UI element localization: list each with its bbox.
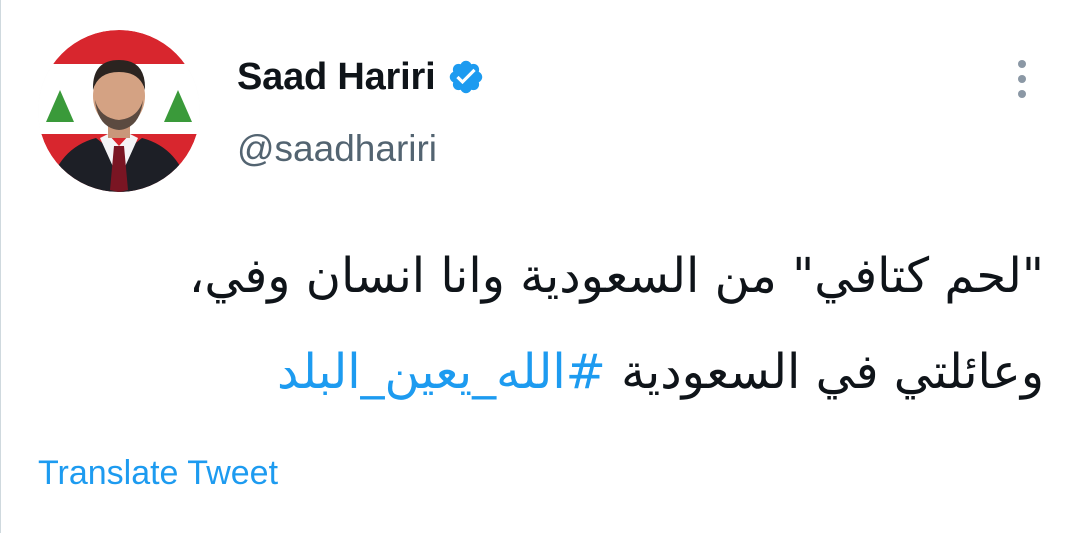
tweet-text-line-2-text: وعائلتي في السعودية <box>605 344 1044 400</box>
hashtag-link[interactable]: #الله_يعين_البلد <box>277 344 606 400</box>
avatar-photo <box>38 30 200 192</box>
tweet-text: "لحم كتافي" من السعودية وانا انسان وفي، … <box>34 228 1044 420</box>
more-vertical-icon-dot <box>1018 75 1026 83</box>
more-options-button[interactable] <box>1005 55 1039 103</box>
author-handle[interactable]: @saadhariri <box>237 128 437 170</box>
author-name-row: Saad Hariri <box>237 52 485 102</box>
more-vertical-icon-dot <box>1018 90 1026 98</box>
more-vertical-icon <box>1018 60 1026 68</box>
avatar[interactable] <box>38 30 200 192</box>
verified-badge-icon <box>447 58 485 96</box>
tweet-text-line-2: وعائلتي في السعودية #الله_يعين_البلد <box>34 324 1044 420</box>
author-display-name[interactable]: Saad Hariri <box>237 56 436 99</box>
tweet-text-line-1: "لحم كتافي" من السعودية وانا انسان وفي، <box>188 248 1044 304</box>
tweet-card: Saad Hariri @saadhariri "لحم كتافي" من ا… <box>0 0 1080 533</box>
translate-tweet-link[interactable]: Translate Tweet <box>38 454 278 493</box>
